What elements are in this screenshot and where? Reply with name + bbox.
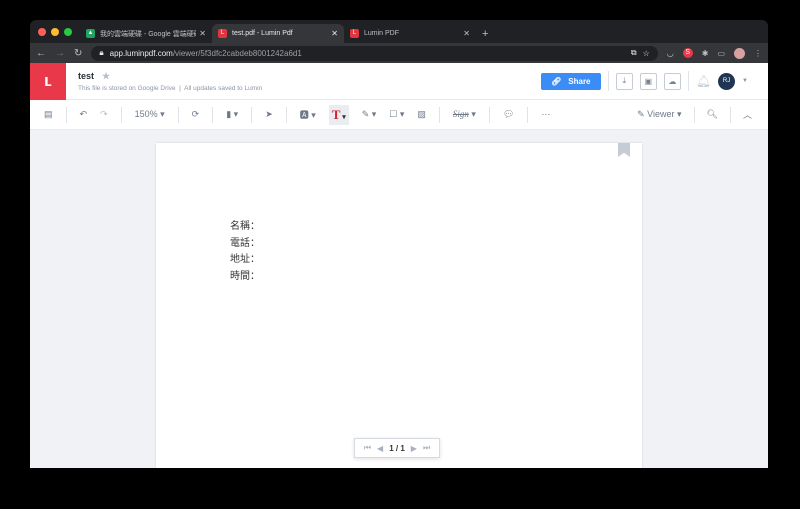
prev-page-icon[interactable]: ◀ bbox=[377, 444, 383, 453]
tab-google-drive[interactable]: ▲ 我的雲端硬碟 - Google 雲端硬碟 ✕ bbox=[80, 24, 212, 43]
pocket-icon[interactable]: ◡ bbox=[667, 49, 674, 58]
star-icon[interactable]: ★ bbox=[102, 71, 110, 81]
document-viewer[interactable]: 名稱： 電話： 地址： 時間： ⏮︎ ◀ 1 / 1 ▶ ⏭︎ bbox=[30, 130, 768, 468]
lumin-app: ʟ test ★ This file is stored on Google Dr… bbox=[30, 62, 768, 468]
chevron-down-icon[interactable]: ▼ bbox=[742, 78, 748, 84]
bell-icon[interactable]: 🔔︎ bbox=[696, 74, 711, 88]
browser-window: ▲ 我的雲端硬碟 - Google 雲端硬碟 ✕ Ltest.pdf - Lumin… bbox=[30, 20, 768, 468]
collapse-icon[interactable]: ︿ bbox=[743, 108, 752, 121]
more-icon[interactable]: ⋯ bbox=[541, 109, 550, 120]
search-icon[interactable]: 🔍︎ bbox=[707, 109, 718, 120]
first-page-icon[interactable]: ⏮︎ bbox=[364, 443, 371, 453]
profile-avatar[interactable] bbox=[734, 47, 745, 59]
next-page-icon[interactable]: ▶ bbox=[411, 444, 417, 453]
extension-badge[interactable]: S bbox=[682, 48, 693, 58]
window-controls[interactable] bbox=[38, 28, 72, 36]
field-address: 地址： bbox=[230, 254, 260, 265]
url-input[interactable]: 🔒︎ app.luminpdf.com/viewer/5f3dfc2cabdeb8… bbox=[91, 45, 658, 61]
lumin-logo[interactable]: ʟ bbox=[30, 62, 66, 100]
zoom-select[interactable]: 150% ▾ bbox=[135, 109, 165, 120]
address-bar-row: ← → ↻ 🔒︎ app.luminpdf.com/viewer/5f3dfc2cab… bbox=[30, 43, 768, 63]
app-header: ʟ test ★ This file is stored on Google Dr… bbox=[30, 62, 768, 100]
pen-icon[interactable]: ✎ ▾ bbox=[362, 109, 377, 120]
viewer-mode-select[interactable]: ✎ Viewer ▾ bbox=[637, 109, 681, 120]
forward-icon[interactable]: → bbox=[55, 48, 65, 59]
close-icon[interactable]: ✕ bbox=[199, 29, 206, 38]
bookmark-icon[interactable] bbox=[618, 143, 630, 157]
field-name: 名稱： bbox=[230, 221, 260, 232]
drive-icon: ▲ bbox=[86, 29, 95, 38]
save-icon[interactable]: ▣ bbox=[639, 72, 657, 90]
comment-icon[interactable]: 💬︎ bbox=[503, 109, 514, 120]
highlight-text-icon[interactable]: 🅰︎ ▾ bbox=[300, 108, 316, 121]
link-icon: 🔗︎ bbox=[551, 76, 562, 86]
download-icon[interactable]: ⤓ bbox=[615, 72, 633, 90]
share-button[interactable]: 🔗︎ Share bbox=[540, 72, 601, 90]
shape-icon[interactable]: ☐ ▾ bbox=[389, 109, 404, 120]
lumin-icon: L bbox=[350, 29, 359, 38]
page-indicator: 1 / 1 bbox=[389, 443, 405, 453]
document-title: test bbox=[78, 70, 95, 81]
panel-icon[interactable]: ▤ bbox=[44, 109, 53, 120]
field-phone: 電話： bbox=[230, 237, 260, 249]
save-status: All updates saved to Lumin bbox=[184, 84, 263, 92]
translate-icon[interactable]: ⧉ bbox=[631, 48, 637, 58]
puzzle-icon[interactable]: ✱ bbox=[702, 49, 709, 58]
toolbar: ▤ ↶ ↷ 150% ▾ ⟳ ▮ ▾ ➤ 🅰︎ ▾ T ▾ ✎ ▾ ☐ ▾ ▨ S… bbox=[30, 100, 768, 130]
menu-icon[interactable]: ⋮ bbox=[754, 49, 762, 58]
tab-test-pdf[interactable]: Ltest.pdf - Lumin Pdf ✕ bbox=[212, 24, 344, 43]
cast-icon[interactable]: ▭ bbox=[717, 49, 725, 58]
tab-lumin[interactable]: L Lumin PDF ✕ bbox=[344, 24, 476, 43]
image-icon[interactable]: ▨ bbox=[417, 109, 426, 120]
close-icon[interactable]: ✕ bbox=[463, 29, 470, 38]
sign-tool[interactable]: Sign ▾ bbox=[453, 109, 476, 120]
field-time: 時間： bbox=[230, 270, 260, 282]
undo-icon[interactable]: ↶ bbox=[80, 109, 88, 120]
back-icon[interactable]: ← bbox=[36, 48, 46, 59]
pdf-page: 名稱： 電話： 地址： 時間： bbox=[156, 143, 642, 468]
page-tools-icon[interactable]: ▮ ▾ bbox=[226, 109, 238, 120]
select-cursor-icon[interactable]: ➤ bbox=[265, 109, 273, 120]
page-navigator: ⏮︎ ◀ 1 / 1 ▶ ⏭︎ bbox=[354, 438, 440, 458]
new-tab-button[interactable]: + bbox=[482, 28, 488, 40]
reload-icon[interactable]: ↻ bbox=[74, 48, 82, 59]
lumin-icon: L bbox=[218, 29, 227, 38]
redo-icon[interactable]: ↷ bbox=[100, 109, 108, 120]
rotate-icon[interactable]: ⟳ bbox=[192, 109, 200, 120]
avatar[interactable]: RJ bbox=[718, 72, 736, 90]
cloud-upload-icon[interactable]: ☁ bbox=[663, 72, 681, 90]
storage-note: This file is stored on Google Drive bbox=[78, 84, 176, 92]
star-icon[interactable]: ☆ bbox=[643, 49, 650, 58]
text-tool-icon[interactable]: T ▾ bbox=[328, 104, 349, 125]
tab-bar: ▲ 我的雲端硬碟 - Google 雲端硬碟 ✕ Ltest.pdf - Lumin… bbox=[30, 20, 768, 43]
lock-icon: 🔒︎ bbox=[99, 48, 104, 57]
last-page-icon[interactable]: ⏭︎ bbox=[423, 443, 430, 453]
close-icon[interactable]: ✕ bbox=[331, 29, 338, 38]
